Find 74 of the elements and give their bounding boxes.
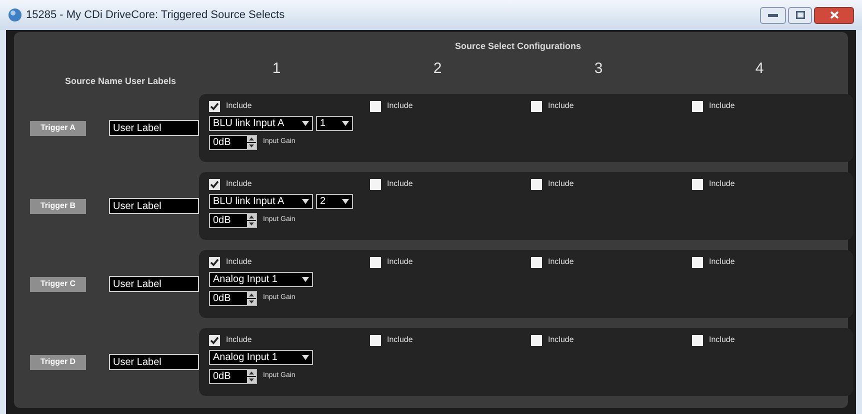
channel-dropdown[interactable]: 2 [316,194,353,209]
include-label: Include [709,256,735,268]
check-icon [210,258,219,266]
include-checkbox[interactable] [209,334,220,346]
check-icon [210,102,219,110]
gain-spinner[interactable]: 0dB [209,291,257,306]
column-number: 2 [433,58,442,78]
gain-spinner[interactable]: 0dB [209,135,257,150]
include-checkbox[interactable] [692,178,703,190]
spinner-arrows-icon [247,370,256,383]
include-label: Include [548,256,574,268]
include-checkbox[interactable] [370,178,381,190]
gain-spinner[interactable]: 0dB [209,369,257,384]
column-number: 3 [594,58,603,78]
labels-heading: Source Name User Labels [64,74,176,88]
check-icon [210,180,219,188]
maximize-icon [796,11,804,19]
check-icon [210,336,219,344]
user-label-field[interactable]: User Label [109,276,199,292]
user-label-field[interactable]: User Label [109,198,199,214]
include-label: Include [548,100,574,112]
close-icon [830,11,838,19]
close-button[interactable] [814,6,854,24]
include-checkbox[interactable] [692,100,703,112]
spinner-arrows-icon [247,292,256,305]
include-checkbox[interactable] [531,178,542,190]
column-number: 1 [272,58,281,78]
source-dropdown[interactable]: BLU link Input A [209,194,313,209]
include-label: Include [709,334,735,346]
caret-icon [302,199,309,204]
source-dropdown[interactable]: Analog Input 1 [209,272,313,287]
user-label-field[interactable]: User Label [109,120,199,136]
include-checkbox[interactable] [531,256,542,268]
column-number: 4 [755,58,764,78]
include-label: Include [387,100,413,112]
spinner-arrows-icon [247,214,256,227]
window-title: 15285 - My CDi DriveCore: Triggered Source Selects [26,8,285,23]
minimize-icon [768,14,778,16]
user-label-field[interactable]: User Label [109,354,199,370]
include-checkbox[interactable] [370,100,381,112]
include-checkbox[interactable] [209,100,220,112]
caret-icon [302,355,309,360]
app-icon [8,8,22,22]
caret-icon [342,121,349,126]
spinner-arrows-icon [247,136,256,149]
include-label: Include [548,334,574,346]
caret-icon [302,277,309,282]
include-label: Include [709,100,735,112]
include-checkbox[interactable] [692,334,703,346]
caret-icon [302,121,309,126]
include-label: Include [387,178,413,190]
minimize-button[interactable] [760,6,786,24]
include-checkbox[interactable] [370,256,381,268]
include-label: Include [387,334,413,346]
include-label: Include [709,178,735,190]
include-checkbox[interactable] [209,178,220,190]
include-label: Include [226,256,252,268]
include-checkbox[interactable] [692,256,703,268]
include-label: Include [226,178,252,190]
include-label: Include [548,178,574,190]
include-label: Include [226,334,252,346]
include-label: Include [387,256,413,268]
include-checkbox[interactable] [370,334,381,346]
include-checkbox[interactable] [209,256,220,268]
include-label: Include [226,100,252,112]
source-dropdown[interactable]: BLU link Input A [209,116,313,131]
include-checkbox[interactable] [531,334,542,346]
include-checkbox[interactable] [531,100,542,112]
gain-spinner[interactable]: 0dB [209,213,257,228]
caret-icon [342,199,349,204]
channel-dropdown[interactable]: 1 [316,116,353,131]
maximize-button[interactable] [788,6,812,24]
section-heading: Source Select Configurations [454,40,582,53]
source-dropdown[interactable]: Analog Input 1 [209,350,313,365]
